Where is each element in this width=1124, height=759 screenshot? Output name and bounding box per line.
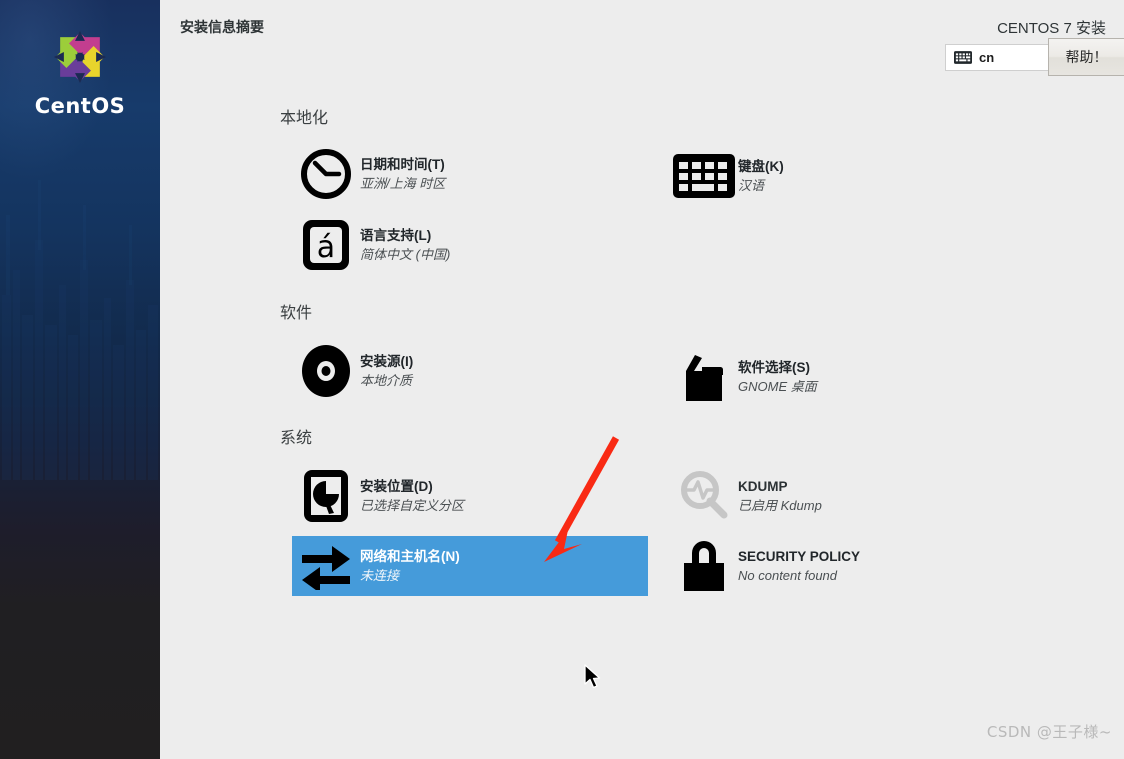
- lock-icon: [670, 536, 738, 596]
- centos-branding: CentOS: [0, 26, 160, 118]
- network-arrows-icon: [292, 536, 360, 596]
- hub-item-kdump[interactable]: KDUMP 已启用 Kdump: [670, 466, 1026, 526]
- hub-item-title: 安装位置(D): [360, 479, 433, 494]
- hub-item-title: KDUMP: [738, 479, 788, 494]
- hub-item-title: 语言支持(L): [360, 228, 432, 243]
- hub-item-installation-source[interactable]: 安装源(I) 本地介质: [292, 341, 648, 401]
- disc-icon: [292, 341, 360, 401]
- hub-item-title: 键盘(K): [738, 159, 784, 174]
- language-icon: á: [292, 215, 360, 275]
- hub-item-keyboard[interactable]: 键盘(K) 汉语: [670, 146, 1026, 206]
- magnifier-icon: [670, 466, 738, 526]
- hub-item-title: 日期和时间(T): [360, 157, 445, 172]
- section-title-localization: 本地化: [280, 108, 329, 127]
- keyboard-icon: [670, 146, 738, 206]
- svg-text:á: á: [317, 230, 335, 265]
- hub-item-date-time[interactable]: 日期和时间(T) 亚洲/上海 时区: [292, 144, 648, 204]
- sidebar-branding-panel: CentOS: [0, 0, 160, 759]
- hub-item-subtitle: 已选择自定义分区: [360, 498, 465, 513]
- section-title-software: 软件: [280, 303, 313, 322]
- hub-item-software-selection[interactable]: 软件选择(S) GNOME 桌面: [670, 347, 1026, 407]
- hub-item-network-hostname[interactable]: 网络和主机名(N) 未连接: [292, 536, 648, 596]
- installation-summary-screen: CentOS 安装信息摘要 CENTOS 7 安装 cn 帮助！ 本地化 日期和…: [0, 0, 1124, 759]
- skyline-texture: [2, 180, 158, 480]
- hub-item-title: 网络和主机名(N): [360, 549, 460, 564]
- watermark: CSDN @王子様~: [986, 723, 1112, 741]
- centos-logo-text: CentOS: [34, 94, 126, 118]
- package-icon: [670, 347, 738, 407]
- clock-icon: [292, 144, 360, 204]
- hub-item-title: SECURITY POLICY: [738, 549, 861, 564]
- hub-item-title: 安装源(I): [360, 354, 414, 369]
- hub-item-subtitle: 亚洲/上海 时区: [360, 176, 446, 191]
- section-title-system: 系统: [280, 428, 313, 447]
- hub-item-subtitle: 简体中文 (中国): [360, 247, 451, 262]
- hub-item-installation-destination[interactable]: 安装位置(D) 已选择自定义分区: [292, 466, 648, 526]
- hub-item-subtitle: No content found: [738, 568, 838, 583]
- hub-item-subtitle: 本地介质: [360, 373, 413, 388]
- hub-item-language-support[interactable]: á 语言支持(L) 简体中文 (中国): [292, 215, 648, 275]
- centos-logo-icon: [53, 30, 107, 84]
- hub-item-subtitle: 已启用 Kdump: [738, 498, 822, 513]
- hub-content: 本地化 日期和时间(T) 亚洲/上海 时区 键盘(K) 汉语 á 语言支持(L)…: [160, 0, 1124, 759]
- hub-item-subtitle: 未连接: [360, 568, 400, 583]
- hub-item-title: 软件选择(S): [738, 360, 810, 375]
- hub-item-subtitle: GNOME 桌面: [738, 379, 817, 394]
- hub-item-subtitle: 汉语: [738, 178, 765, 193]
- hub-item-security-policy[interactable]: SECURITY POLICY No content found: [670, 536, 1026, 596]
- harddrive-icon: [292, 466, 360, 526]
